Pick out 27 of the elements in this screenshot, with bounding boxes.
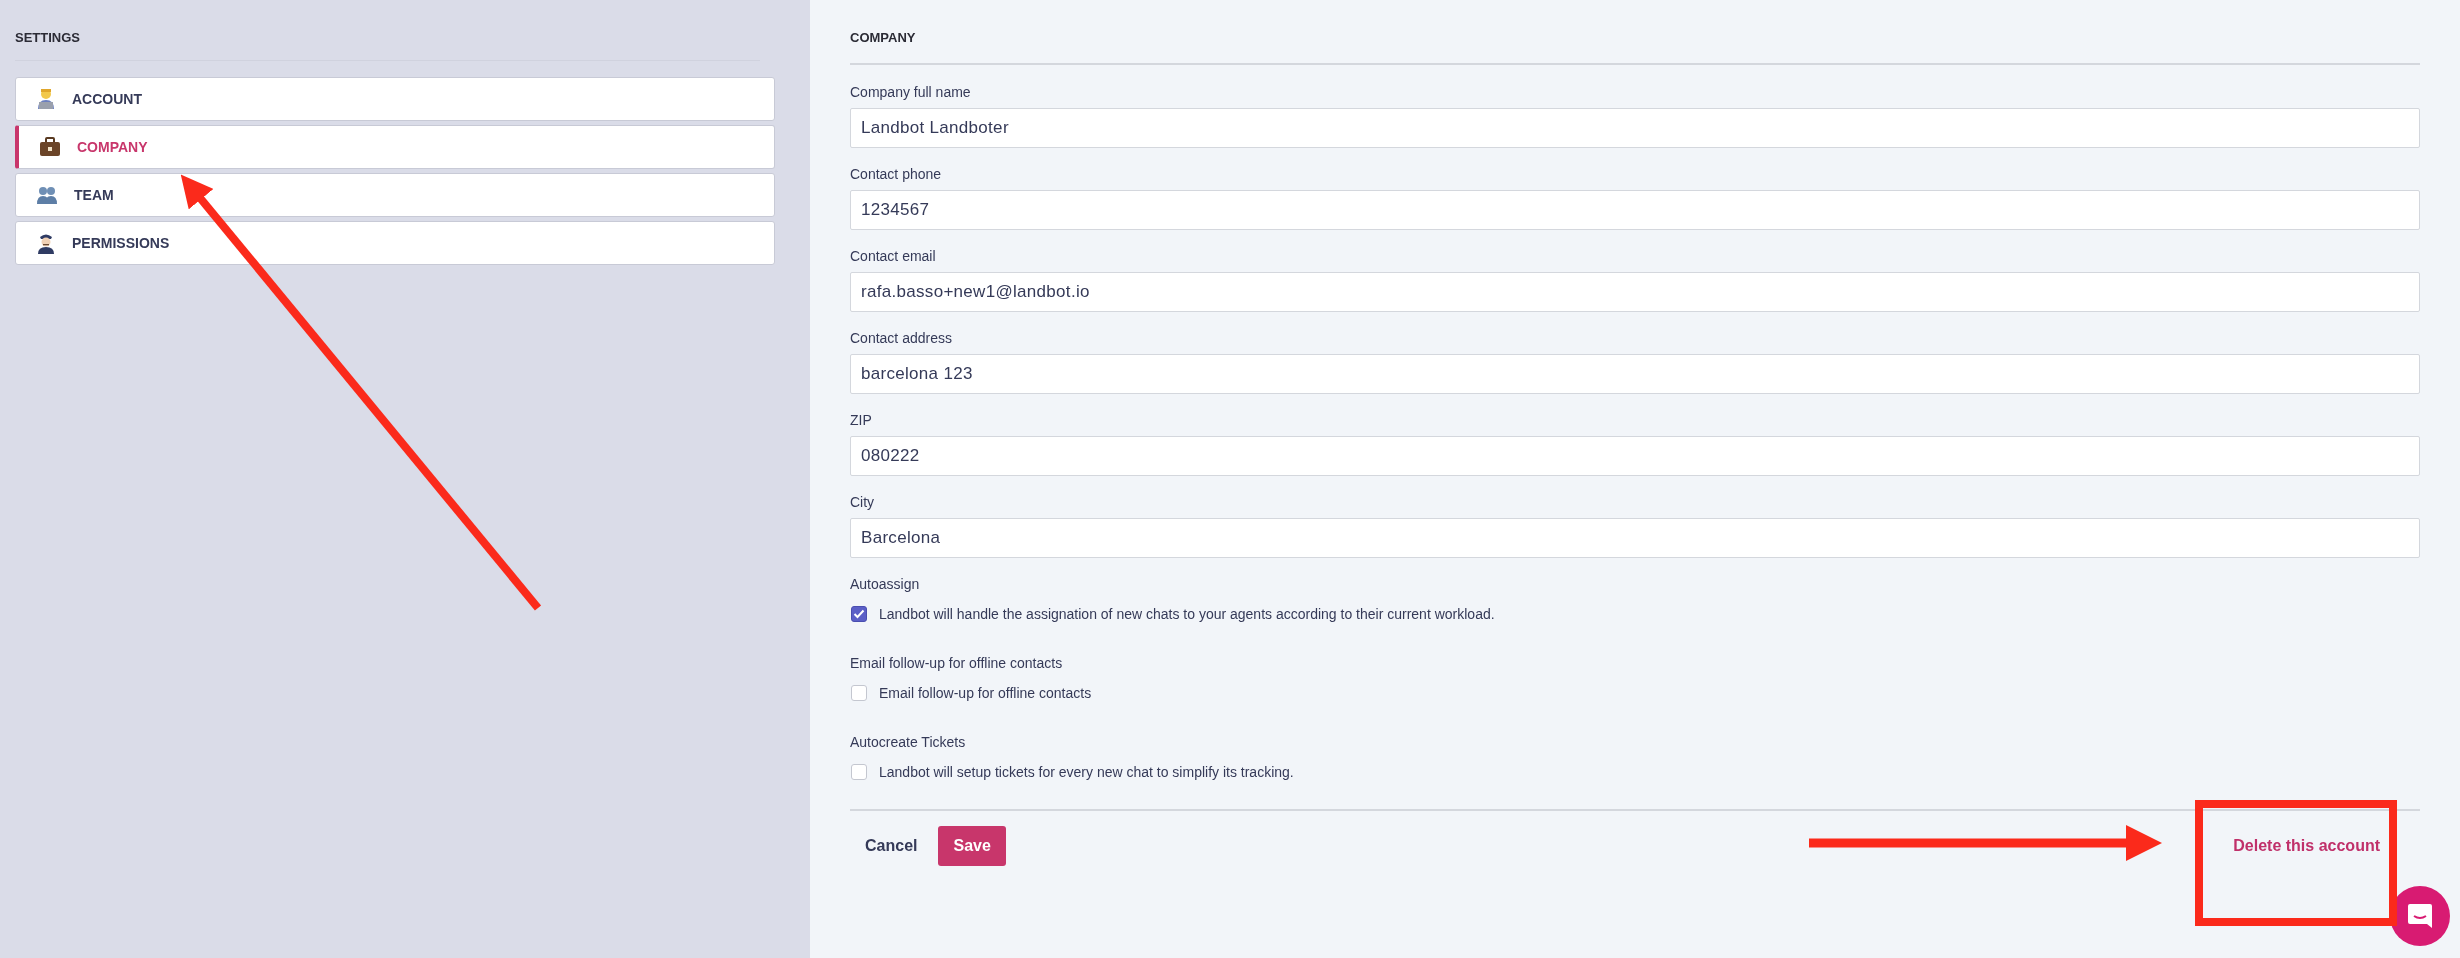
option-label: Autoassign <box>850 576 920 592</box>
sidebar-item[interactable]: COMPANY <box>15 125 775 169</box>
field-label: Company full name <box>850 84 971 100</box>
field-label: City <box>850 494 875 510</box>
input-field[interactable]: 080222 <box>850 436 2420 476</box>
input-field[interactable]: Landbot Landboter <box>850 108 2420 148</box>
input-field[interactable]: Barcelona <box>850 518 2420 558</box>
save-button[interactable]: Save <box>938 826 1006 866</box>
sidebar-title: SETTINGS <box>15 30 760 61</box>
field-label: Contact email <box>850 248 936 264</box>
field-label: Contact phone <box>850 166 942 182</box>
delete-account-link[interactable]: Delete this account <box>2233 837 2380 855</box>
input-field[interactable]: rafa.basso+new1@landbot.io <box>850 272 2420 312</box>
checkbox-label: Landbot will setup tickets for every new chat to simplify its tracking. <box>879 764 1294 780</box>
option-label: Autocreate Tickets <box>850 734 966 750</box>
sidebar-item[interactable]: ACCOUNT <box>15 77 775 121</box>
section-title: COMPANY <box>850 30 2420 65</box>
field-label: ZIP <box>850 412 872 428</box>
sidebar-item[interactable]: PERMISSIONS <box>15 221 775 265</box>
checkbox-label: Landbot will handle the assignation of new chats to your agents according to their current workload. <box>879 606 1495 622</box>
input-field[interactable]: 1234567 <box>850 190 2420 230</box>
input-field[interactable]: barcelona 123 <box>850 354 2420 394</box>
sidebar-item[interactable]: TEAM <box>15 173 775 217</box>
cancel-button[interactable]: Cancel <box>850 827 933 865</box>
checkbox-label: Email follow-up for offline contacts <box>879 685 1092 701</box>
field-label: Contact address <box>850 330 952 346</box>
option-label: Email follow-up for offline contacts <box>850 655 1063 671</box>
